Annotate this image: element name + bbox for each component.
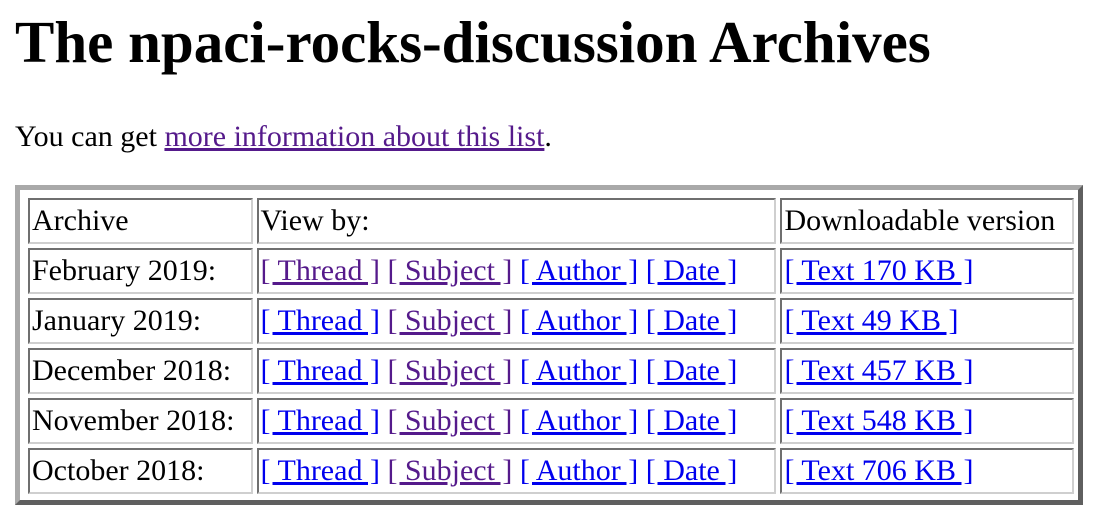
thread-link[interactable]: [ Thread ] — [261, 454, 380, 487]
archive-month: October 2018: — [28, 448, 253, 494]
view-links: [ Thread ] [ Subject ] [ Author ] [ Date… — [256, 448, 777, 494]
page-title: The npaci-rocks-discussion Archives — [15, 9, 931, 75]
header-archive: Archive — [28, 198, 253, 244]
page: The npaci-rocks-discussion Archives You … — [15, 0, 1083, 505]
date-link[interactable]: [ Date ] — [646, 254, 738, 287]
download-cell: [ Text 548 KB ] — [780, 398, 1074, 444]
text-download-link[interactable]: [ Text 706 KB ] — [784, 454, 973, 487]
table-row: February 2019: [ Thread ] [ Subject ] [ … — [28, 248, 1074, 294]
archive-table-frame: Archive View by: Downloadable version Fe… — [15, 185, 1083, 505]
archive-month: January 2019: — [28, 298, 253, 344]
archive-table: Archive View by: Downloadable version Fe… — [24, 194, 1078, 498]
author-link[interactable]: [ Author ] — [520, 404, 638, 437]
thread-link[interactable]: [ Thread ] — [261, 304, 380, 337]
view-links: [ Thread ] [ Subject ] [ Author ] [ Date… — [256, 248, 777, 294]
archive-month: December 2018: — [28, 348, 253, 394]
subject-link[interactable]: [ Subject ] — [387, 354, 512, 387]
download-cell: [ Text 49 KB ] — [780, 298, 1074, 344]
date-link[interactable]: [ Date ] — [646, 454, 738, 487]
archive-month: November 2018: — [28, 398, 253, 444]
author-link[interactable]: [ Author ] — [520, 254, 638, 287]
author-link[interactable]: [ Author ] — [520, 354, 638, 387]
date-link[interactable]: [ Date ] — [646, 354, 738, 387]
subject-link[interactable]: [ Subject ] — [387, 454, 512, 487]
intro-prefix: You can get — [15, 120, 165, 153]
thread-link[interactable]: [ Thread ] — [261, 404, 380, 437]
thread-link[interactable]: [ Thread ] — [261, 254, 380, 287]
intro-suffix: . — [544, 120, 552, 153]
subject-link[interactable]: [ Subject ] — [387, 304, 512, 337]
download-cell: [ Text 170 KB ] — [780, 248, 1074, 294]
author-link[interactable]: [ Author ] — [520, 304, 638, 337]
header-view-by: View by: — [256, 198, 777, 244]
view-links: [ Thread ] [ Subject ] [ Author ] [ Date… — [256, 348, 777, 394]
download-cell: [ Text 457 KB ] — [780, 348, 1074, 394]
view-links: [ Thread ] [ Subject ] [ Author ] [ Date… — [256, 298, 777, 344]
thread-link[interactable]: [ Thread ] — [261, 354, 380, 387]
text-download-link[interactable]: [ Text 49 KB ] — [784, 304, 958, 337]
list-info-link[interactable]: more information about this list — [164, 120, 544, 153]
header-downloadable: Downloadable version — [780, 198, 1074, 244]
author-link[interactable]: [ Author ] — [520, 454, 638, 487]
date-link[interactable]: [ Date ] — [646, 304, 738, 337]
table-row: December 2018: [ Thread ] [ Subject ] [ … — [28, 348, 1074, 394]
table-row: October 2018: [ Thread ] [ Subject ] [ A… — [28, 448, 1074, 494]
subject-link[interactable]: [ Subject ] — [387, 254, 512, 287]
text-download-link[interactable]: [ Text 548 KB ] — [784, 404, 973, 437]
subject-link[interactable]: [ Subject ] — [387, 404, 512, 437]
archive-month: February 2019: — [28, 248, 253, 294]
intro-text: You can get more information about this … — [15, 117, 552, 157]
date-link[interactable]: [ Date ] — [646, 404, 738, 437]
table-row: November 2018: [ Thread ] [ Subject ] [ … — [28, 398, 1074, 444]
download-cell: [ Text 706 KB ] — [780, 448, 1074, 494]
view-links: [ Thread ] [ Subject ] [ Author ] [ Date… — [256, 398, 777, 444]
table-header-row: Archive View by: Downloadable version — [28, 198, 1074, 244]
text-download-link[interactable]: [ Text 457 KB ] — [784, 354, 973, 387]
table-row: January 2019: [ Thread ] [ Subject ] [ A… — [28, 298, 1074, 344]
text-download-link[interactable]: [ Text 170 KB ] — [784, 254, 973, 287]
